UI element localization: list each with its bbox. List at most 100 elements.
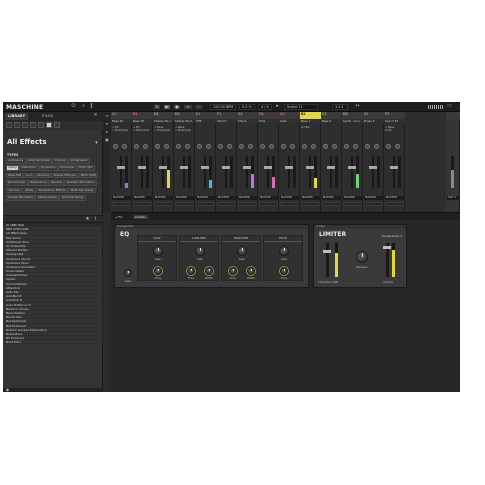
master-output[interactable]: OUT 1 bbox=[447, 196, 459, 200]
pan-knob[interactable] bbox=[386, 144, 391, 149]
volume-fader-handle[interactable] bbox=[243, 166, 251, 169]
tag-re-sampler[interactable]: Re-Sampler bbox=[6, 180, 28, 186]
routing-slot[interactable] bbox=[301, 202, 320, 206]
volume-fader-track[interactable] bbox=[222, 156, 230, 188]
tag-multi-tap-delay[interactable]: Multi Tap Delay bbox=[68, 187, 96, 194]
channel-header[interactable]: H1 bbox=[258, 112, 279, 119]
output-routing[interactable]: MASTER bbox=[175, 196, 194, 200]
mixer-channel[interactable]: F1 Shimm MASTER bbox=[216, 112, 237, 212]
group-c-icon[interactable]: ▸ bbox=[104, 129, 110, 135]
tag-resonance[interactable]: Resonance bbox=[27, 180, 49, 186]
scene-display[interactable]: Scene 11 bbox=[284, 104, 318, 110]
send-knob[interactable] bbox=[206, 144, 211, 149]
output-routing[interactable]: MASTER bbox=[112, 196, 131, 200]
channel-header[interactable]: E1 bbox=[195, 112, 216, 119]
routing-slot[interactable] bbox=[280, 202, 299, 206]
channel-header[interactable]: C1 bbox=[153, 112, 174, 119]
mixer-channel[interactable]: A2 Seek MASTER bbox=[279, 112, 300, 212]
tag-stereo-delay[interactable]: Stereo Delay bbox=[35, 194, 60, 201]
volume-fader-track[interactable] bbox=[180, 156, 188, 188]
pan-knob[interactable] bbox=[113, 144, 118, 149]
star-icon[interactable]: ★ bbox=[85, 217, 90, 222]
pan-knob[interactable] bbox=[260, 144, 265, 149]
tag-pitch-shift[interactable]: Pitch Shift bbox=[78, 172, 99, 179]
release-knob[interactable] bbox=[356, 251, 368, 263]
loop-button[interactable]: ↻ bbox=[153, 104, 161, 110]
tag-modulation-effects[interactable]: Modulation Effects bbox=[35, 187, 69, 194]
routing-slot[interactable] bbox=[217, 202, 236, 206]
record-button[interactable]: ● bbox=[173, 104, 181, 110]
output-routing[interactable]: MASTER bbox=[133, 196, 152, 200]
tag-phaser-flanger[interactable]: Phaser/Flanger bbox=[51, 172, 79, 179]
eq-gain-knob[interactable] bbox=[153, 246, 163, 256]
pan-knob[interactable] bbox=[344, 144, 349, 149]
routing-slot[interactable] bbox=[175, 202, 194, 206]
group-d-icon[interactable]: ● bbox=[104, 137, 110, 143]
output-routing[interactable]: MASTER bbox=[364, 196, 383, 200]
output-routing[interactable]: MASTER bbox=[385, 196, 404, 200]
routing-slot[interactable] bbox=[343, 202, 362, 206]
pattern-type-icon[interactable] bbox=[30, 122, 36, 128]
send-knob[interactable] bbox=[164, 144, 169, 149]
channel-header[interactable]: F2 bbox=[384, 112, 405, 119]
ceiling-fader-handle[interactable] bbox=[383, 246, 391, 249]
tag-distortion[interactable]: Distortion bbox=[19, 165, 39, 171]
play-button[interactable]: ▶ bbox=[163, 104, 171, 110]
tempo-display[interactable]: 120.00 BPM bbox=[210, 104, 236, 110]
send-knob[interactable] bbox=[227, 144, 232, 149]
channel-header[interactable]: G1 bbox=[237, 112, 258, 119]
output-routing[interactable]: MASTER bbox=[280, 196, 299, 200]
tag-utility[interactable]: Utility bbox=[22, 187, 36, 194]
eq-freq-knob[interactable] bbox=[280, 267, 288, 275]
output-routing[interactable]: MASTER bbox=[154, 196, 173, 200]
limiter-slot[interactable]: Limiter bbox=[133, 215, 148, 219]
channel-header[interactable]: F1 bbox=[216, 112, 237, 119]
output-routing[interactable]: MASTER bbox=[217, 196, 236, 200]
swing-display[interactable]: 0.0 % bbox=[239, 104, 255, 110]
volume-fader-handle[interactable] bbox=[264, 166, 272, 169]
eq-freq-knob[interactable] bbox=[187, 267, 195, 275]
volume-fader-handle[interactable] bbox=[390, 166, 398, 169]
routing-slot[interactable] bbox=[259, 202, 278, 206]
eq-freq-knob[interactable] bbox=[154, 267, 162, 275]
send-knob[interactable] bbox=[311, 144, 316, 149]
routing-slot[interactable] bbox=[196, 202, 215, 206]
signature-display[interactable]: 4 / 4 bbox=[258, 104, 272, 110]
tab-files[interactable]: FILES bbox=[39, 113, 56, 120]
volume-fader-track[interactable] bbox=[201, 156, 209, 188]
volume-fader-track[interactable] bbox=[306, 156, 314, 188]
volume-fader-track[interactable] bbox=[264, 156, 272, 188]
pan-knob[interactable] bbox=[155, 144, 160, 149]
group-b-icon[interactable]: ▾ bbox=[104, 121, 110, 127]
insert-slot[interactable]: Limiter bbox=[301, 126, 320, 129]
volume-fader-track[interactable] bbox=[285, 156, 293, 188]
sound-type-icon[interactable] bbox=[22, 122, 28, 128]
send-knob[interactable] bbox=[374, 144, 379, 149]
eq-width-knob[interactable] bbox=[247, 267, 255, 275]
mixer-channel[interactable]: G1 Shock MASTER bbox=[237, 112, 258, 212]
volume-fader-handle[interactable] bbox=[369, 166, 377, 169]
pan-knob[interactable] bbox=[239, 144, 244, 149]
mixer-channel[interactable]: D2 Synth- coun MASTER bbox=[342, 112, 363, 212]
limiter-preset[interactable]: Transparent 1 bbox=[381, 234, 402, 238]
routing-slot[interactable] bbox=[364, 202, 383, 206]
output-routing[interactable]: MASTER bbox=[196, 196, 215, 200]
list-item[interactable]: Boat Echo bbox=[3, 340, 103, 345]
routing-slot[interactable] bbox=[385, 202, 404, 206]
mixer-channel[interactable]: C2 Bass 2 MASTER bbox=[321, 112, 342, 212]
mixer-channel[interactable]: E1 Wfit MASTER bbox=[195, 112, 216, 212]
send-knob[interactable] bbox=[143, 144, 148, 149]
power-icon[interactable]: ⏻ bbox=[71, 104, 76, 109]
pan-knob[interactable] bbox=[197, 144, 202, 149]
channel-header[interactable]: A2 bbox=[279, 112, 300, 119]
add-fx-slot[interactable]: + FX bbox=[115, 215, 122, 219]
send-knob[interactable] bbox=[353, 144, 358, 149]
group-type-icon[interactable] bbox=[14, 122, 20, 128]
volume-fader-handle[interactable] bbox=[201, 166, 209, 169]
eq-output-gain-knob[interactable] bbox=[124, 269, 132, 277]
tag-dynamics[interactable]: Dynamics bbox=[38, 165, 58, 171]
volume-fader-handle[interactable] bbox=[180, 166, 188, 169]
mixer-channel[interactable]: B1 Base Kit + EQ + Maximizer MASTER bbox=[132, 112, 153, 212]
eq-gain-knob[interactable] bbox=[195, 246, 205, 256]
channel-header[interactable]: B1 bbox=[132, 112, 153, 119]
